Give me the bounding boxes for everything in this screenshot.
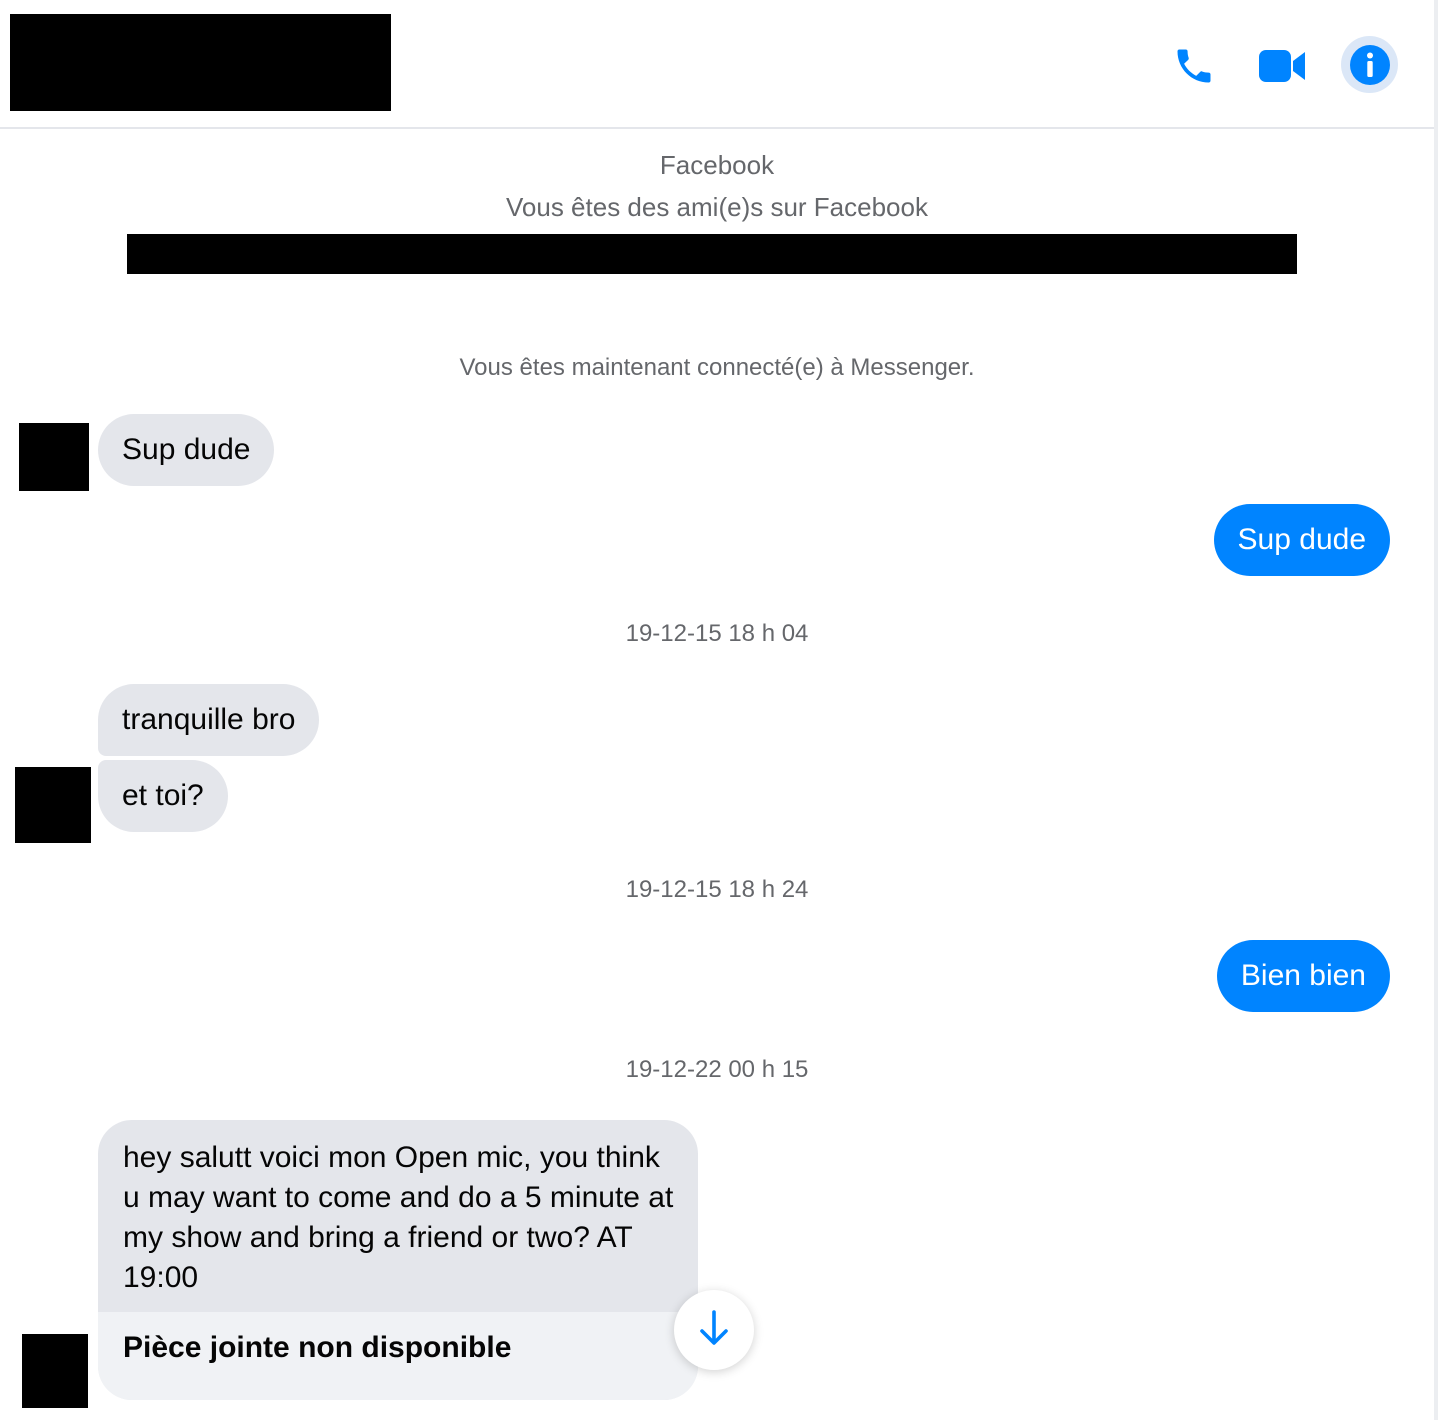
info-icon: [1349, 44, 1391, 86]
avatar: [19, 423, 89, 491]
outgoing-message[interactable]: Sup dude: [1213, 504, 1390, 576]
video-camera-icon: [1257, 46, 1307, 86]
call-button[interactable]: [1168, 40, 1220, 92]
attachment-unavailable-label: Pièce jointe non disponible: [123, 1331, 512, 1364]
message-timestamp: 19-12-15 18 h 24: [625, 876, 809, 903]
redacted-profile-info: [127, 234, 1297, 274]
message-text: hey salutt voici mon Open mic, you think…: [123, 1141, 674, 1294]
scroll-to-bottom-button[interactable]: [674, 1290, 754, 1370]
incoming-message[interactable]: et toi?: [98, 760, 228, 832]
message-timestamp: 19-12-22 00 h 15: [625, 1056, 809, 1083]
attachment-block[interactable]: Pièce jointe non disponible: [98, 1312, 698, 1400]
incoming-message[interactable]: tranquille bro: [98, 684, 320, 756]
conversation-info-button[interactable]: [1341, 36, 1398, 93]
incoming-message-with-attachment[interactable]: hey salutt voici mon Open mic, you think…: [98, 1120, 698, 1400]
outgoing-message[interactable]: Bien bien: [1216, 940, 1390, 1012]
message-timestamp: 19-12-15 18 h 04: [625, 620, 809, 647]
conversation-header: [0, 0, 1434, 129]
incoming-message[interactable]: Sup dude: [98, 414, 275, 486]
phone-icon: [1172, 44, 1216, 88]
connected-note: Vous êtes maintenant connecté(e) à Messe…: [459, 354, 975, 381]
platform-label: Facebook: [659, 150, 775, 180]
avatar: [22, 1334, 88, 1408]
scrollbar-track[interactable]: [1434, 0, 1438, 1420]
avatar: [15, 767, 91, 843]
redacted-contact-name: [10, 14, 391, 111]
video-call-button[interactable]: [1254, 40, 1310, 92]
friendship-note: Vous êtes des ami(e)s sur Facebook: [506, 192, 928, 222]
arrow-down-icon: [697, 1309, 731, 1352]
